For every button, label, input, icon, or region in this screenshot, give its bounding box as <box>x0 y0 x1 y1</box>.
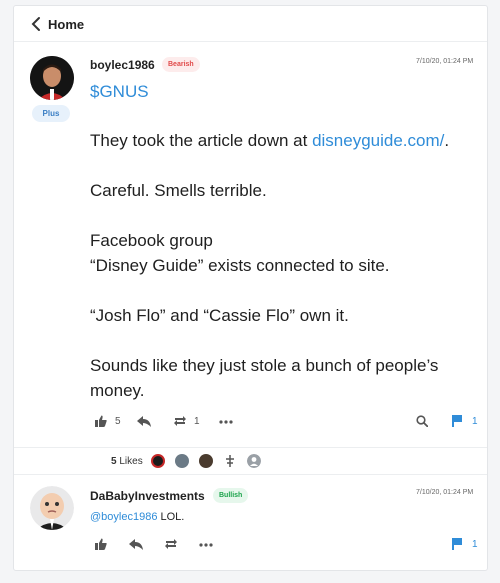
message-card: Home Plus boylec1986 Bearish 7/10/20, 01… <box>13 5 488 571</box>
likes-row[interactable]: 5 Likes <box>14 447 487 475</box>
reply-icon[interactable] <box>129 539 143 550</box>
username[interactable]: boylec1986 <box>90 58 155 72</box>
likes-count: 5 <box>111 456 117 467</box>
comment-button[interactable]: 1 <box>452 415 478 427</box>
more-icon[interactable] <box>199 543 213 547</box>
reply-comment-button[interactable]: 1 <box>452 538 478 550</box>
reply-icon[interactable] <box>137 416 151 427</box>
plus-badge: Plus <box>32 105 70 122</box>
avatar[interactable] <box>30 56 74 100</box>
thumbs-up-icon <box>95 415 107 427</box>
liker-avatar[interactable] <box>199 454 213 468</box>
like-count: 5 <box>115 415 121 427</box>
body-line: “Disney Guide” exists connected to site. <box>90 256 390 275</box>
liker-avatar[interactable] <box>223 454 237 468</box>
reply-sentiment-badge: Bullish <box>213 488 249 503</box>
home-link[interactable]: Home <box>48 17 84 32</box>
liker-avatar[interactable] <box>175 454 189 468</box>
reply-timestamp[interactable]: 7/10/20, 01:24 PM <box>416 489 473 496</box>
reshare-button[interactable]: 1 <box>173 415 200 427</box>
mention-link[interactable]: @boylec1986 <box>90 511 157 523</box>
reply-text: LOL. <box>157 511 185 523</box>
body-line: Facebook group <box>90 231 213 250</box>
sentiment-badge: Bearish <box>162 57 200 72</box>
more-icon[interactable] <box>219 420 233 424</box>
body-line: Sounds like they just stole a bunch of p… <box>90 356 439 400</box>
default-avatar-icon[interactable] <box>247 454 261 468</box>
reply-comment-count: 1 <box>472 538 478 550</box>
ticker-link[interactable]: $GNUS <box>90 82 149 102</box>
search-icon[interactable] <box>416 415 428 427</box>
message-body: They took the article down at disneyguid… <box>90 128 482 428</box>
top-bar: Home <box>14 6 487 42</box>
body-line: They took the article down at <box>90 131 313 150</box>
body-line: “Josh Flo” and “Cassie Flo” own it. <box>90 306 349 325</box>
reply-username[interactable]: DaBabyInvestments <box>90 489 205 503</box>
liker-avatar[interactable] <box>151 454 165 468</box>
body-line: Careful. Smells terrible. <box>90 181 267 200</box>
thumbs-up-icon[interactable] <box>94 538 107 550</box>
reply-body: @boylec1986 LOL. <box>90 511 184 523</box>
body-line: . <box>444 131 450 150</box>
comment-count: 1 <box>472 415 478 427</box>
comment-flag-icon <box>452 538 462 550</box>
reply-avatar[interactable] <box>30 486 74 530</box>
reshare-icon <box>174 416 186 426</box>
reshare-icon[interactable] <box>164 538 178 550</box>
external-link[interactable]: disneyguide.com/ <box>312 131 444 150</box>
timestamp[interactable]: 7/10/20, 01:24 PM <box>416 58 473 65</box>
reshare-count: 1 <box>194 415 200 427</box>
likes-label: Likes <box>119 456 143 467</box>
like-button[interactable]: 5 <box>94 415 121 427</box>
likes-summary[interactable]: 5 Likes <box>111 456 143 467</box>
chevron-left-icon[interactable] <box>28 15 46 33</box>
comment-flag-icon <box>452 415 462 427</box>
